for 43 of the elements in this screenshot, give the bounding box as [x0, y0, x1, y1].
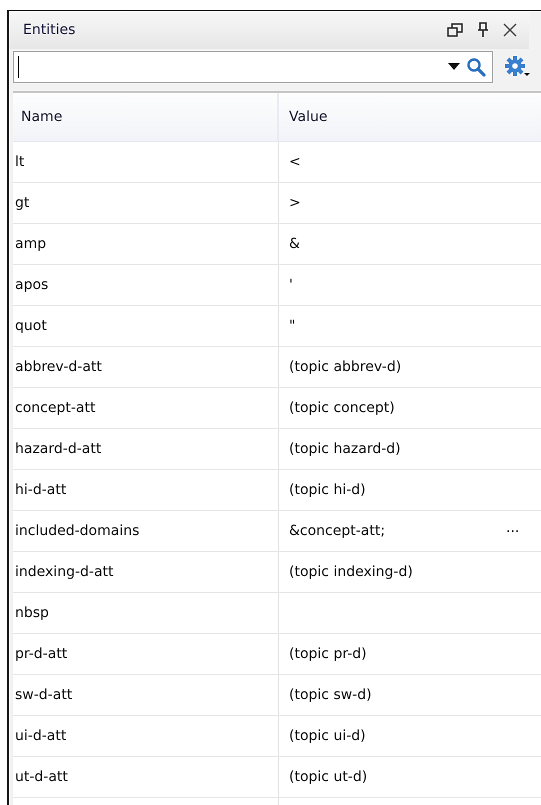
table-cell: (topic concept) [289, 400, 395, 416]
table-cell: ui-d-att [13, 716, 279, 756]
panel-title: Entities [23, 22, 76, 38]
table-cell: (topic pr-d) [289, 646, 367, 662]
column-header[interactable]: Name [13, 93, 279, 141]
close-icon[interactable] [503, 23, 517, 37]
table-cell: (topic hi-d) [289, 482, 366, 498]
table-cell: hazard-d-att [13, 429, 279, 469]
table-cell: (topic sw-d) [289, 687, 372, 703]
table-cell: & [289, 236, 300, 252]
search-icon[interactable] [466, 57, 486, 77]
table-cell: (topic indexing-d) [289, 564, 413, 580]
column-header[interactable]: Value [279, 93, 541, 141]
table-cell: > [289, 195, 301, 211]
table-cell: (topic ui-d) [289, 728, 366, 744]
table-cell: gt [13, 183, 279, 223]
table-cell: sw-d-att [13, 675, 279, 715]
table-cell: (topic ut-d) [289, 769, 368, 785]
settings-icon[interactable] [503, 55, 531, 79]
table-cell: pr-d-att [13, 634, 279, 674]
table-cell: hi-d-att [13, 470, 279, 510]
table-cell: ' [289, 277, 293, 293]
table-cell: " [289, 318, 296, 334]
table-cell: (topic hazard-d) [289, 441, 401, 457]
dropdown-caret-icon[interactable] [448, 63, 460, 71]
table-cell: amp [13, 224, 279, 264]
table-cell: abbrev-d-att [13, 347, 279, 387]
table-cell: indexing-d-att [13, 552, 279, 592]
table-cell: &concept-att; [289, 523, 386, 539]
restore-icon[interactable] [447, 23, 463, 37]
more-button[interactable]: ... [504, 520, 522, 536]
table-cell: < [289, 154, 301, 170]
table-cell: nbsp [13, 593, 279, 633]
table-cell: ut-d-att [13, 757, 279, 797]
pin-icon[interactable] [477, 22, 489, 38]
table-cell: quot [13, 306, 279, 346]
search-field[interactable] [13, 51, 493, 83]
table-cell: (topic abbrev-d) [289, 359, 402, 375]
table-cell: lt [13, 142, 279, 182]
table-cell: included-domains [13, 511, 279, 551]
table-cell: apos [13, 265, 279, 305]
text-cursor [18, 56, 19, 78]
table-cell: concept-att [13, 388, 279, 428]
